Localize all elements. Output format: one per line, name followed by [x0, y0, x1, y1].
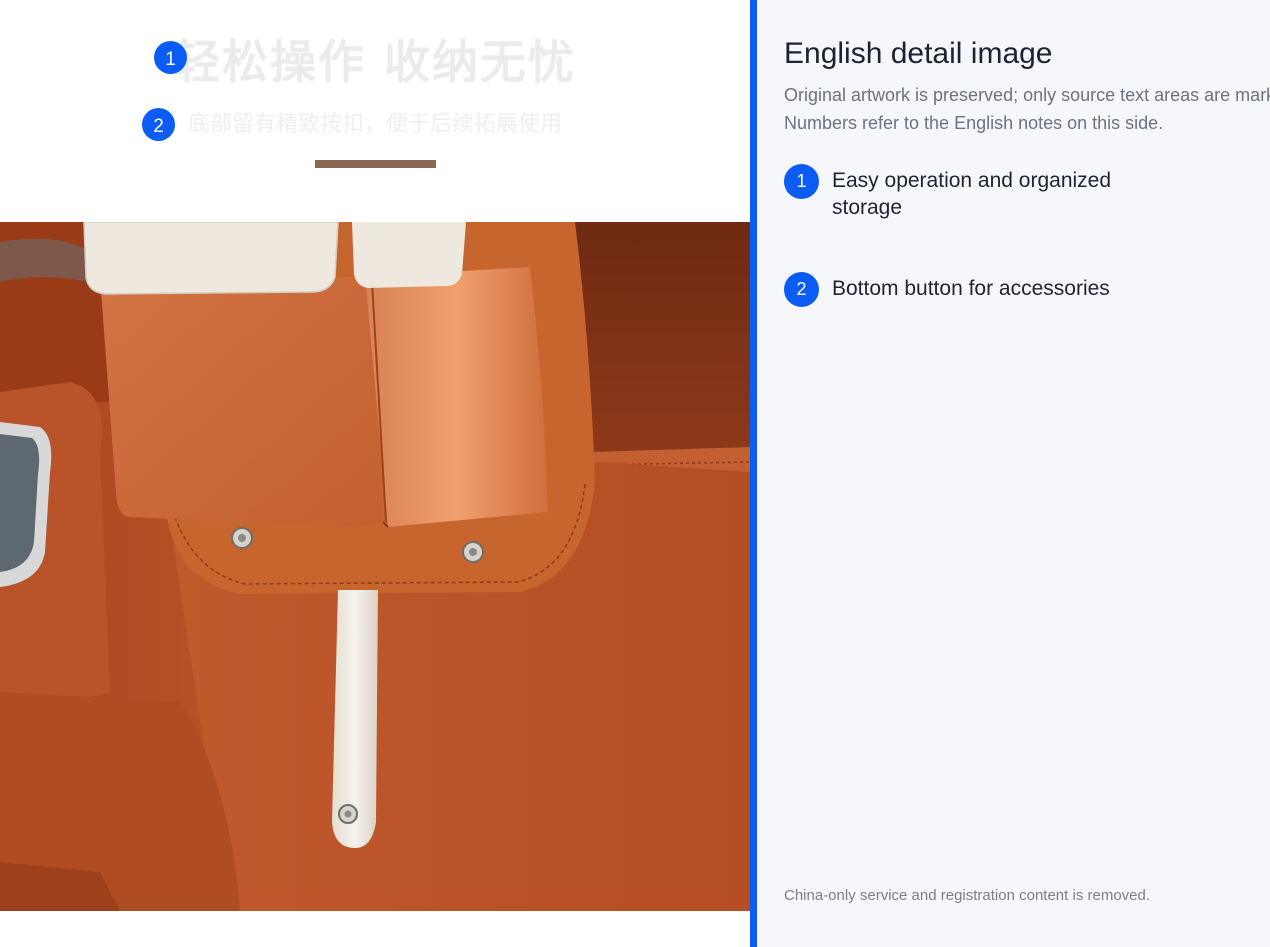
source-subheading: 底部留有精致按扣，便于后续拓展使用 [187, 112, 562, 137]
english-notes-panel: English detail image Original artwork is… [757, 0, 1270, 947]
note-text: Easy operation and organized storage [832, 169, 1112, 219]
note-number-badge: 2 [784, 272, 819, 307]
panel-description: Original artwork is preserved; only sour… [784, 81, 1270, 137]
marker-1: 1 [154, 41, 187, 74]
note-number-badge: 1 [784, 164, 819, 199]
source-heading: 轻松操作 收纳无忧 [173, 35, 576, 89]
panel-divider [750, 0, 757, 947]
heading-divider [315, 160, 436, 168]
product-photo [0, 222, 750, 911]
note-item-2: 2 Bottom button for accessories [784, 272, 1142, 307]
marker-2: 2 [142, 108, 175, 141]
panel-footer-note: China-only service and registration cont… [784, 887, 1151, 904]
note-item-1: 1 Easy operation and organized storage [784, 164, 1142, 221]
panel-title: English detail image [784, 37, 1053, 70]
product-artwork: 轻松操作 收纳无忧 底部留有精致按扣，便于后续拓展使用 1 2 [0, 0, 750, 947]
panel-description-line-1: Original artwork is preserved; only sour… [784, 85, 1270, 105]
panel-description-line-2: Numbers refer to the English notes on th… [784, 113, 1164, 133]
note-text: Bottom button for accessories [832, 277, 1110, 300]
